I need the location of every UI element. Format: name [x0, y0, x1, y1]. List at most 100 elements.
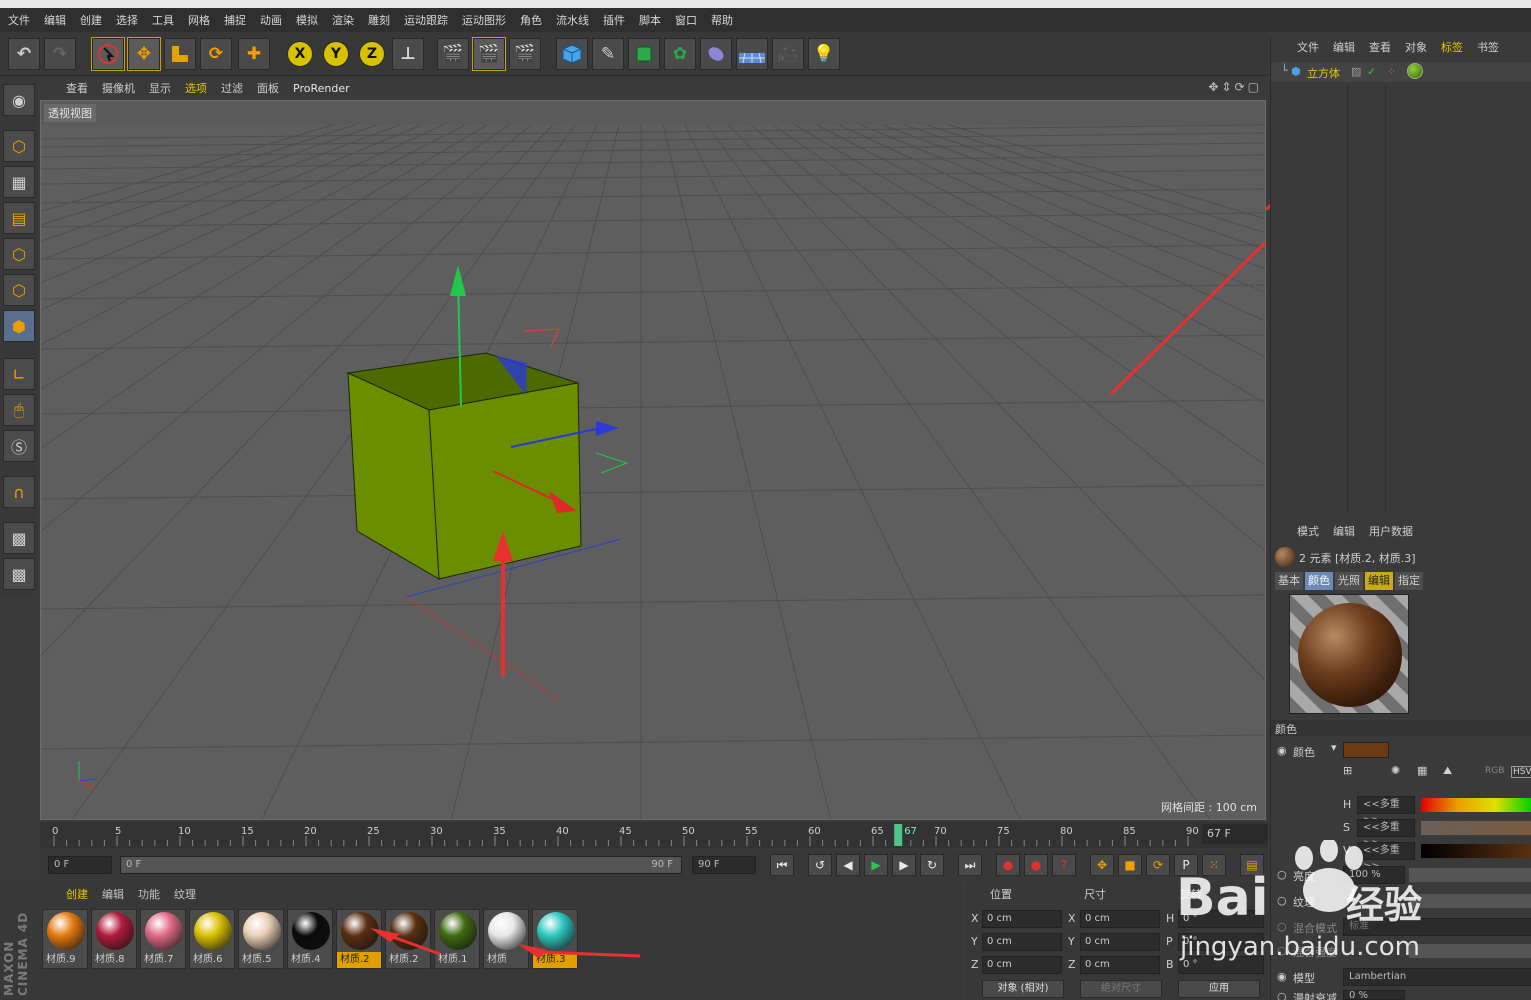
camera-icon[interactable]: 🎥: [772, 38, 804, 70]
material-menu-edit[interactable]: 编辑: [102, 886, 124, 902]
make-editable-icon[interactable]: ◉: [3, 84, 35, 116]
spectrum-icon[interactable]: ▦: [1417, 764, 1427, 777]
viewport-name[interactable]: 透视视图: [44, 104, 96, 122]
size-x-field[interactable]: 0 cm: [1080, 910, 1160, 928]
viewport-menu-cameras[interactable]: 摄像机: [102, 80, 135, 96]
z-axis-lock-icon[interactable]: Z: [359, 41, 385, 67]
timeline-playhead[interactable]: [894, 824, 903, 846]
material-tag-icon[interactable]: ⁘: [1387, 65, 1396, 78]
brightness-field[interactable]: 100 %: [1343, 866, 1405, 884]
axis-mode-icon[interactable]: ∟: [3, 358, 35, 390]
color-wheel-icon[interactable]: ✺: [1391, 764, 1400, 777]
rot-p-field[interactable]: 0 °: [1178, 933, 1264, 951]
brightness-slider[interactable]: [1409, 868, 1531, 882]
color-swatch[interactable]: [1343, 742, 1389, 758]
material-swatch[interactable]: 材质.6: [189, 909, 235, 969]
model-radio-icon[interactable]: ◉: [1277, 970, 1287, 983]
h-slider[interactable]: [1421, 798, 1531, 812]
viewport-menu-prorender[interactable]: ProRender: [293, 82, 350, 95]
go-to-end-icon[interactable]: ⏭: [958, 854, 982, 876]
attr-menu-userdata[interactable]: 用户数据: [1369, 523, 1413, 539]
solo-mode-icon[interactable]: Ⓢ: [3, 430, 35, 462]
object-menu-file[interactable]: 文件: [1297, 39, 1319, 55]
viewport-menu-display[interactable]: 显示: [149, 80, 171, 96]
color-picker-icon[interactable]: ⊞: [1343, 764, 1352, 777]
object-row-cube[interactable]: └ ⬢ 立方体 ▨ ✓ ⁘: [1271, 62, 1531, 82]
key-param-icon[interactable]: P: [1174, 854, 1198, 876]
tab-basic[interactable]: 基本: [1275, 572, 1303, 590]
tab-editor[interactable]: 编辑: [1365, 572, 1393, 590]
keyframe-selection-icon[interactable]: ?: [1052, 854, 1076, 876]
size-z-field[interactable]: 0 cm: [1080, 956, 1160, 974]
key-scale-icon[interactable]: ■: [1118, 854, 1142, 876]
workplane-icon[interactable]: ▤: [3, 202, 35, 234]
frame-range-slider[interactable]: 0 F 90 F: [120, 856, 682, 874]
pos-x-field[interactable]: 0 cm: [982, 910, 1062, 928]
object-menu-objects[interactable]: 对象: [1405, 39, 1427, 55]
render-region-icon[interactable]: 🎬: [472, 37, 506, 71]
v-slider[interactable]: [1421, 844, 1531, 858]
pos-y-field[interactable]: 0 cm: [982, 933, 1062, 951]
cloner-icon[interactable]: ✿: [664, 38, 696, 70]
brightness-radio-icon[interactable]: ○: [1277, 868, 1287, 881]
start-frame-field[interactable]: 0 F: [48, 856, 112, 874]
menu-plugins[interactable]: 插件: [603, 12, 625, 28]
rot-b-field[interactable]: 0 °: [1178, 956, 1264, 974]
x-axis-lock-icon[interactable]: X: [287, 41, 313, 67]
edges-mode-icon[interactable]: ⬡: [3, 274, 35, 306]
s-slider[interactable]: [1421, 821, 1531, 835]
timeline-end-field[interactable]: 67 F: [1202, 824, 1268, 844]
h-field[interactable]: <<多重>>: [1357, 796, 1415, 826]
viewport-menu-filter[interactable]: 过滤: [221, 80, 243, 96]
tab-illumination[interactable]: 光照: [1335, 572, 1363, 590]
rotate-tool-icon[interactable]: ⟳: [200, 38, 232, 70]
move-tool-icon[interactable]: ✥: [127, 37, 161, 71]
render-view-icon[interactable]: 🎬: [437, 38, 469, 70]
diffuse-field[interactable]: 0 %: [1343, 990, 1405, 1000]
image-picker-icon[interactable]: ⛰: [1443, 764, 1452, 778]
attr-menu-mode[interactable]: 模式: [1297, 523, 1319, 539]
material-menu-texture[interactable]: 纹理: [174, 886, 196, 902]
color-radio-icon[interactable]: ◉: [1277, 744, 1287, 757]
snap-icon[interactable]: ∩: [3, 476, 35, 508]
pos-z-field[interactable]: 0 cm: [982, 956, 1062, 974]
record-active-icon[interactable]: ●: [996, 854, 1020, 876]
recent-tool-icon[interactable]: ✚: [238, 38, 270, 70]
object-name[interactable]: 立方体: [1307, 65, 1340, 81]
workplane-lock-icon[interactable]: ▩: [3, 522, 35, 554]
end-frame-field[interactable]: 90 F: [692, 856, 756, 874]
object-menu-tags[interactable]: 标签: [1441, 39, 1463, 55]
timeline-ruler[interactable]: 0 5 10 15 20 25 30 35 40 45 50 55 60 65 70 75 80 85 90 67 6…: [40, 822, 1268, 848]
render-settings-icon[interactable]: 🎬: [509, 38, 541, 70]
texture-slot[interactable]: [1409, 894, 1531, 908]
hsv-toggle[interactable]: HSV: [1511, 766, 1531, 778]
model-mode-icon[interactable]: ⬡: [3, 130, 35, 162]
play-icon[interactable]: ▶: [864, 854, 888, 876]
go-to-start-icon[interactable]: ⏮: [770, 854, 794, 876]
menu-mograph[interactable]: 运动图形: [462, 12, 506, 28]
size-y-field[interactable]: 0 cm: [1080, 933, 1160, 951]
coordinate-system-icon[interactable]: ⊥: [392, 38, 424, 70]
apply-button[interactable]: 应用: [1178, 980, 1260, 998]
menu-window[interactable]: 窗口: [675, 12, 697, 28]
menu-render[interactable]: 渲染: [332, 12, 354, 28]
tab-color[interactable]: 颜色: [1305, 572, 1333, 590]
material-menu-function[interactable]: 功能: [138, 886, 160, 902]
key-pla-icon[interactable]: ⁙: [1202, 854, 1226, 876]
texture-radio-icon[interactable]: ○: [1277, 894, 1287, 907]
key-position-icon[interactable]: ✥: [1090, 854, 1114, 876]
blend-mode-radio-icon[interactable]: ○: [1277, 920, 1287, 933]
blend-mode-dropdown[interactable]: 标准: [1343, 918, 1531, 936]
expand-arrow-icon[interactable]: ▾: [1331, 741, 1337, 754]
visibility-dots-icon[interactable]: ▨: [1351, 65, 1361, 78]
menu-pipeline[interactable]: 流水线: [556, 12, 589, 28]
v-field[interactable]: <<多重>>: [1357, 842, 1415, 872]
material-menu-create[interactable]: 创建: [66, 886, 88, 902]
menu-sculpt[interactable]: 雕刻: [368, 12, 390, 28]
menu-edit[interactable]: 编辑: [44, 12, 66, 28]
material-swatch[interactable]: 材质.5: [238, 909, 284, 969]
cube-object[interactable]: [346, 352, 582, 580]
viewport-nav-icons[interactable]: ✥⇕⟳▢: [1208, 80, 1262, 94]
perspective-viewport[interactable]: 透视视图 网格间距 : 100 cm: [40, 100, 1266, 820]
menu-snap[interactable]: 捕捉: [224, 12, 246, 28]
